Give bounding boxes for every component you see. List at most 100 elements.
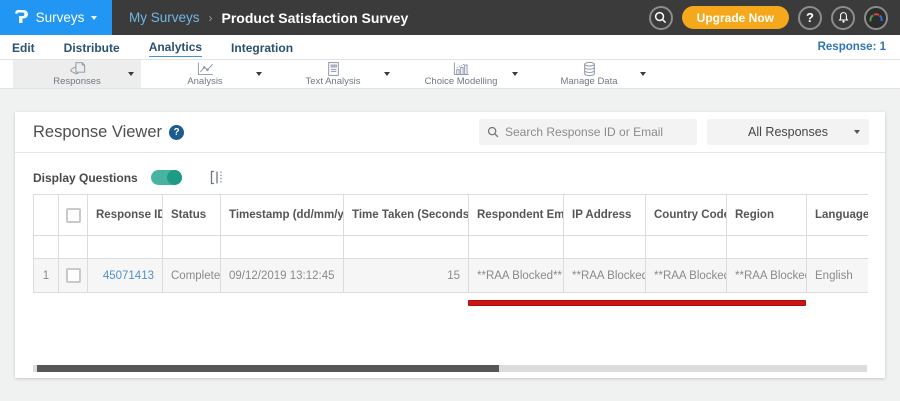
horizontal-scrollbar[interactable] (33, 365, 867, 372)
questionpro-app: Ɂ Surveys My Surveys › Product Satisfact… (0, 0, 900, 401)
chevron-down-icon[interactable] (640, 72, 646, 76)
cell-respondent-email: **RAA Blocked** (468, 258, 564, 293)
filter-cell (33, 235, 59, 259)
tab-integration[interactable]: Integration (231, 38, 293, 57)
col-respondent-email[interactable]: Respondent Email (468, 194, 564, 236)
filter-cell[interactable] (563, 235, 646, 259)
col-label: Country Code (654, 209, 727, 221)
cell-status: Completed (162, 258, 221, 293)
manage-data-icon (583, 61, 595, 76)
survey-subnav: Edit Distribute Analytics Integration Re… (0, 35, 900, 60)
select-all-header (58, 194, 88, 236)
toolbar-tab-label: Responses (53, 75, 101, 87)
surveys-product-menu[interactable]: Ɂ Surveys (0, 0, 112, 35)
col-region[interactable]: Region (726, 194, 807, 236)
response-count-label: Response: 1 (817, 41, 886, 53)
row-number-cell: 1 (33, 258, 59, 293)
breadcrumb-separator-icon: › (208, 10, 213, 25)
filter-cell (58, 235, 88, 259)
search-icon (487, 126, 499, 138)
col-label: Status (171, 209, 207, 221)
response-id-link[interactable]: 45071413 (103, 270, 154, 282)
chevron-down-icon[interactable] (384, 72, 390, 76)
header-row: Response ID Status Timestamp (dd/mm/yyyy… (33, 194, 868, 236)
col-label: Language (815, 209, 868, 221)
chevron-down-icon[interactable] (256, 72, 262, 76)
cell-timestamp: 09/12/2019 13:12:45 (220, 258, 344, 293)
response-search-box (479, 119, 697, 145)
responses-table-wrap: Response ID Status Timestamp (dd/mm/yyyy… (33, 194, 868, 293)
col-ip-address[interactable]: IP Address (563, 194, 646, 236)
col-label: IP Address (572, 209, 632, 221)
toolbar-tab-manage-data[interactable]: Manage Data (525, 60, 653, 88)
toolbar-tab-text-analysis[interactable]: Text Analysis (269, 60, 397, 88)
analytics-toolbar: Responses Analysis Text Analysis Choice … (0, 60, 900, 89)
col-time-taken[interactable]: Time Taken (Seconds) (343, 194, 469, 236)
cell-time-taken: 15 (343, 258, 469, 293)
filter-cell[interactable] (343, 235, 469, 259)
col-label: Time Taken (Seconds) (352, 209, 469, 221)
chevron-down-icon (91, 15, 98, 20)
upgrade-now-button[interactable]: Upgrade Now (681, 6, 789, 29)
display-questions-label: Display Questions (33, 170, 138, 185)
display-questions-toggle[interactable] (150, 170, 182, 185)
table-row: 1 45071413 Completed 09/12/2019 13:12:45… (33, 258, 868, 293)
toolbar-tab-label: Analysis (187, 75, 223, 87)
tab-analytics[interactable]: Analytics (148, 37, 203, 57)
section-title: Response Viewer (33, 122, 163, 141)
filter-cell[interactable] (162, 235, 221, 259)
toolbar-tab-choice-modelling[interactable]: Choice Modelling (397, 60, 525, 88)
tab-edit[interactable]: Edit (12, 38, 35, 57)
col-country-code[interactable]: Country Code (645, 194, 727, 236)
toggle-knob (166, 170, 182, 185)
notifications-button[interactable] (831, 5, 855, 30)
row-checkbox[interactable] (65, 268, 81, 283)
scrollbar-thumb[interactable] (37, 365, 499, 372)
display-questions-row: Display Questions (33, 170, 867, 185)
topbar: Ɂ Surveys My Surveys › Product Satisfact… (0, 0, 900, 35)
filter-cell[interactable] (806, 235, 868, 259)
filter-cell[interactable] (468, 235, 564, 259)
search-button[interactable] (648, 5, 673, 30)
questionpro-logo: Ɂ (14, 6, 29, 28)
toolbar-tab-label: Text Analysis (305, 75, 361, 87)
responses-table: Response ID Status Timestamp (dd/mm/yyyy… (33, 194, 868, 293)
col-language[interactable]: Language (806, 194, 868, 236)
toolbar-tab-analysis[interactable]: Analysis (141, 60, 269, 88)
chevron-down-icon[interactable] (128, 72, 134, 76)
col-timestamp[interactable]: Timestamp (dd/mm/yyyy) (220, 194, 344, 236)
col-label: Response ID (96, 209, 163, 221)
user-avatar[interactable] (864, 5, 888, 30)
filter-cell[interactable] (726, 235, 807, 259)
filter-row (33, 235, 868, 259)
col-status[interactable]: Status (162, 194, 221, 236)
chevron-down-icon[interactable] (512, 72, 518, 76)
viewer-controls: All Responses (479, 119, 869, 145)
help-badge-icon[interactable]: ? (169, 124, 185, 140)
search-response-input[interactable] (505, 125, 689, 139)
col-label: Timestamp (dd/mm/yyyy) (229, 209, 344, 221)
col-label: Respondent Email (477, 209, 564, 221)
question-mark-icon: ? (806, 10, 814, 25)
choice-modelling-icon (453, 62, 469, 75)
card-header: Response Viewer ? All Responses (15, 112, 885, 153)
filter-cell[interactable] (87, 235, 163, 259)
toolbar-tab-responses[interactable]: Responses (13, 60, 141, 88)
responses-icon (69, 61, 85, 74)
cell-country-code: **RAA Blocked** (645, 258, 727, 293)
col-response-id[interactable]: Response ID (87, 194, 163, 236)
row-number-header (33, 194, 59, 236)
help-button[interactable]: ? (798, 5, 822, 30)
response-filter-dropdown[interactable]: All Responses (707, 119, 869, 145)
row-select-cell (58, 258, 88, 293)
tab-distribute[interactable]: Distribute (64, 38, 120, 57)
breadcrumb-my-surveys[interactable]: My Surveys (129, 10, 200, 25)
select-all-checkbox[interactable] (65, 207, 81, 223)
column-layout-icon[interactable] (209, 170, 225, 185)
analysis-icon (197, 62, 213, 75)
filter-cell[interactable] (220, 235, 344, 259)
cell-ip-address: **RAA Blocked** (563, 258, 646, 293)
cell-language: English (806, 258, 868, 293)
toolbar-tab-label: Choice Modelling (424, 75, 498, 87)
filter-cell[interactable] (645, 235, 727, 259)
